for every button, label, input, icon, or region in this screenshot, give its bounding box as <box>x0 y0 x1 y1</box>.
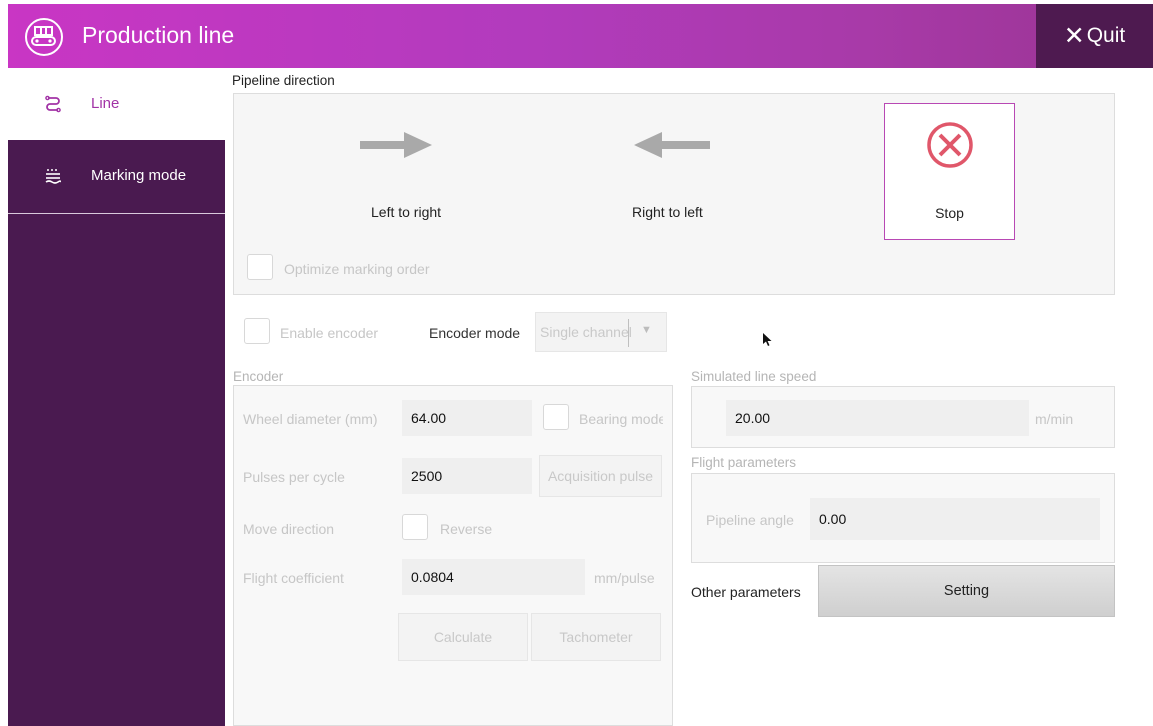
stop-label: Stop <box>935 205 964 221</box>
tachometer-button[interactable]: Tachometer <box>531 613 661 661</box>
quit-button[interactable]: ✕ Quit <box>1036 4 1153 68</box>
arrow-left-icon <box>634 132 710 158</box>
x-icon: ✕ <box>1063 22 1085 50</box>
conveyor-icon <box>25 18 63 56</box>
enable-encoder-checkbox[interactable] <box>244 318 270 344</box>
reverse-label: Reverse <box>440 521 493 537</box>
arrow-right-icon <box>360 132 432 158</box>
dropdown-arrow-icon: ▼ <box>641 324 652 336</box>
sidebar: Line Marking mode <box>8 68 225 726</box>
select-divider <box>628 319 629 347</box>
move-direction-label: Move direction <box>243 521 335 537</box>
sidebar-item-label: Marking mode <box>91 167 187 184</box>
quit-label: Quit <box>1086 24 1126 47</box>
encoder-mode-select[interactable]: Single channel ▼ <box>535 312 667 352</box>
sidebar-item-line[interactable]: Line <box>8 68 225 140</box>
pulses-per-cycle-label: Pulses per cycle <box>243 469 345 485</box>
simulated-speed-title: Simulated line speed <box>691 369 817 384</box>
title-bar: Production line ✕ Quit <box>8 4 1153 68</box>
pulses-per-cycle-input[interactable]: 2500 <box>402 458 532 494</box>
encoder-mode-label: Encoder mode <box>429 325 521 341</box>
reverse-checkbox[interactable] <box>402 514 428 540</box>
acquisition-pulse-button[interactable]: Acquisition pulse <box>539 455 662 497</box>
wheel-diameter-label: Wheel diameter (mm) <box>243 411 378 427</box>
left-to-right-label: Left to right <box>371 204 442 220</box>
calculate-button[interactable]: Calculate <box>398 613 528 661</box>
simulated-speed-unit: m/min <box>1035 411 1074 427</box>
wheel-diameter-input[interactable]: 64.00 <box>402 400 532 436</box>
pipeline-angle-label: Pipeline angle <box>706 512 794 528</box>
flight-coefficient-label: Flight coefficient <box>243 570 344 586</box>
simulated-speed-input[interactable]: 20.00 <box>726 400 1029 436</box>
production-line-window: Production line ✕ Quit Line Marking mode <box>0 0 1153 726</box>
line-route-icon <box>45 95 61 113</box>
sidebar-item-marking-mode[interactable]: Marking mode <box>8 140 225 214</box>
encoder-panel <box>233 385 673 726</box>
encoder-section-title: Encoder <box>233 369 284 384</box>
flight-parameters-title: Flight parameters <box>691 455 797 470</box>
mouse-cursor-icon <box>763 333 772 346</box>
optimize-marking-order-label: Optimize marking order <box>284 261 430 277</box>
flight-coefficient-unit: mm/pulse <box>594 570 655 586</box>
encoder-mode-value: Single channel <box>540 324 632 340</box>
right-to-left-label: Right to left <box>632 204 703 220</box>
setting-button[interactable]: Setting <box>818 565 1115 617</box>
marking-mode-icon <box>45 169 62 184</box>
flight-coefficient-input[interactable]: 0.0804 <box>402 559 585 595</box>
bearing-mode-label: Bearing mode <box>579 411 663 427</box>
bearing-mode-checkbox[interactable] <box>543 404 569 430</box>
other-parameters-label: Other parameters <box>691 584 801 600</box>
app-title: Production line <box>82 22 235 48</box>
stop-option[interactable]: Stop <box>884 103 1015 240</box>
optimize-marking-order-checkbox[interactable] <box>247 254 273 280</box>
pipeline-direction-title: Pipeline direction <box>232 73 335 88</box>
sidebar-item-label: Line <box>91 95 120 112</box>
stop-circle-x-icon <box>927 122 973 168</box>
pipeline-angle-input[interactable]: 0.00 <box>810 498 1100 540</box>
enable-encoder-label: Enable encoder <box>280 325 379 341</box>
